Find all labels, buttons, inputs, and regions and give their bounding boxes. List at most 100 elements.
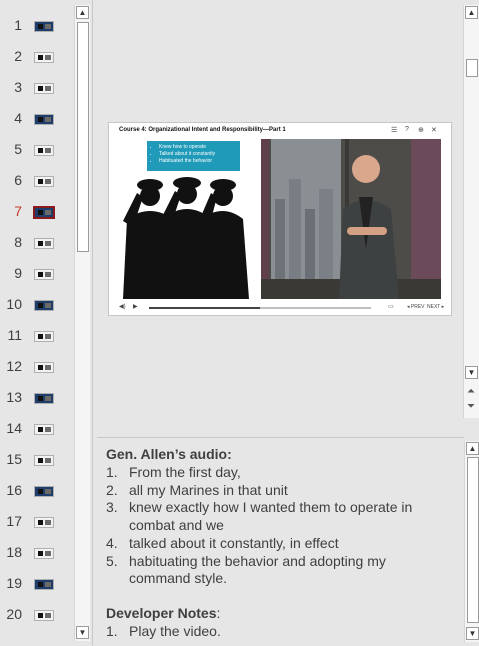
- slide-scroll-thumb[interactable]: [466, 59, 478, 77]
- scroll-up-arrow-icon[interactable]: ▲: [465, 6, 478, 19]
- slide-thumbnail[interactable]: 15: [0, 445, 74, 476]
- notes-line: 1. Play the video.: [106, 623, 221, 639]
- slide-thumbnail[interactable]: 4: [0, 104, 74, 135]
- slide-thumbnail-image[interactable]: [35, 239, 53, 248]
- slide-number: 15: [6, 451, 22, 467]
- line-text: From the first day,: [129, 464, 241, 480]
- saluting-marines-silhouette: [123, 177, 249, 299]
- slide-thumbnail[interactable]: 17: [0, 507, 74, 538]
- scroll-down-arrow-icon[interactable]: ▼: [76, 626, 89, 639]
- bullet-item: Talked about it constantly: [159, 151, 240, 158]
- slide-thumbnail-image[interactable]: [35, 456, 53, 465]
- help-icon[interactable]: ?: [405, 126, 409, 133]
- developer-notes-colon: :: [216, 605, 221, 621]
- slide-thumbnail[interactable]: 19: [0, 569, 74, 600]
- slide-thumbnail-image[interactable]: [35, 487, 53, 496]
- slide-thumbnail-image[interactable]: [35, 84, 53, 93]
- developer-notes-label: Developer Notes: [106, 605, 217, 621]
- slide-thumbnail[interactable]: 3: [0, 73, 74, 104]
- notes-scroll-thumb[interactable]: [467, 457, 479, 623]
- slide-number: 2: [14, 48, 22, 64]
- next-button[interactable]: NEXT ▸: [427, 304, 444, 310]
- scroll-up-arrow-icon[interactable]: ▲: [466, 442, 479, 455]
- key-points-callout: Knew how to operate Talked about it cons…: [147, 141, 240, 171]
- notes-line: 1. From the first day,: [106, 464, 241, 480]
- speaker-video-still: [261, 139, 441, 299]
- resources-icon[interactable]: ⊕: [418, 126, 424, 134]
- scroll-down-arrow-icon[interactable]: ▼: [465, 366, 478, 379]
- notes-scrollbar[interactable]: ▲ ▼: [464, 441, 479, 642]
- scroll-up-arrow-icon[interactable]: ▲: [76, 6, 89, 19]
- slide-thumbnail[interactable]: 11: [0, 321, 74, 352]
- slide-number: 14: [6, 420, 22, 436]
- notes-line: 4. talked about it constantly, in effect: [106, 535, 339, 551]
- slide-thumbnail[interactable]: 2: [0, 42, 74, 73]
- prev-button[interactable]: ◂ PREV: [407, 304, 425, 310]
- slide-thumbnail[interactable]: 20: [0, 600, 74, 631]
- slide-edit-area: Course 4: Organizational Intent and Resp…: [93, 0, 463, 435]
- slide-title: Course 4: Organizational Intent and Resp…: [119, 127, 286, 133]
- slide-thumbnail[interactable]: 13: [0, 383, 74, 414]
- scroll-down-arrow-icon[interactable]: ▼: [466, 627, 479, 640]
- slide-thumbnail-image[interactable]: [35, 115, 53, 124]
- volume-icon[interactable]: ◀): [119, 303, 126, 310]
- video-progress-fill: [149, 307, 260, 309]
- slide-thumbnail-image[interactable]: [35, 22, 53, 31]
- slide-thumbnail-image[interactable]: [35, 146, 53, 155]
- slide-thumbnail-image[interactable]: [35, 611, 53, 620]
- video-frame[interactable]: [261, 139, 441, 299]
- slide-canvas[interactable]: Course 4: Organizational Intent and Resp…: [109, 123, 451, 315]
- slide-thumbnail[interactable]: 16: [0, 476, 74, 507]
- slide-thumbnail[interactable]: 12: [0, 352, 74, 383]
- slide-thumbnail[interactable]: 9: [0, 259, 74, 290]
- slide-thumbnail-image[interactable]: [35, 270, 53, 279]
- menu-icon[interactable]: ☰: [391, 126, 397, 134]
- slide-thumbnail[interactable]: 18: [0, 538, 74, 569]
- play-icon[interactable]: ▶: [133, 303, 138, 310]
- previous-slide-icon[interactable]: ⏶: [467, 386, 475, 397]
- line-text: knew exactly how I wanted them to operat…: [129, 499, 413, 516]
- slide-thumbnail[interactable]: 14: [0, 414, 74, 445]
- slide-scrollbar[interactable]: ▲ ▼ ⏶ ⏷: [463, 5, 479, 418]
- slide-thumbnail[interactable]: 8: [0, 228, 74, 259]
- bullet-item: Habituated the behavior: [159, 158, 240, 165]
- line-text: command style.: [129, 570, 228, 587]
- slide-number: 4: [14, 110, 22, 126]
- slide-thumbnail-image[interactable]: [35, 425, 53, 434]
- bullet-item: Knew how to operate: [159, 144, 240, 151]
- slide-number: 10: [6, 296, 22, 312]
- slide-thumbnail-image[interactable]: [35, 580, 53, 589]
- slide-thumbnail-image[interactable]: [35, 301, 53, 310]
- captions-icon[interactable]: ▭: [388, 303, 394, 310]
- notes-line: command style.: [106, 570, 227, 586]
- slide-thumbnail-image[interactable]: [35, 518, 53, 527]
- slide-thumbnail-image[interactable]: [35, 177, 53, 186]
- slide-number: 12: [6, 358, 22, 374]
- slide-number: 13: [6, 389, 22, 405]
- slide-thumbnail[interactable]: 5: [0, 135, 74, 166]
- line-text: talked about it constantly, in effect: [129, 534, 339, 551]
- slide-thumbnail[interactable]: 7: [0, 197, 74, 228]
- slide-thumbnail-image[interactable]: [35, 208, 53, 217]
- slide-thumbnail[interactable]: 10: [0, 290, 74, 321]
- slide-number: 6: [14, 172, 22, 188]
- slide-thumbnail[interactable]: 6: [0, 166, 74, 197]
- video-progress-track[interactable]: [149, 307, 371, 309]
- slide-thumbnail[interactable]: 1: [0, 11, 74, 42]
- speaker-notes-pane[interactable]: Gen. Allen’s audio: 1. From the first day…: [97, 437, 464, 646]
- slide-thumbnail-image[interactable]: [35, 549, 53, 558]
- slide-number: 8: [14, 234, 22, 250]
- line-text: combat and we: [129, 517, 224, 534]
- slide-number: 1: [14, 17, 22, 33]
- slide-thumbnail-image[interactable]: [35, 53, 53, 62]
- close-icon[interactable]: ✕: [431, 126, 437, 134]
- next-slide-icon[interactable]: ⏷: [467, 401, 475, 412]
- thumbnail-scroll-thumb[interactable]: [77, 22, 89, 252]
- slide-thumbnail-image[interactable]: [35, 394, 53, 403]
- audio-heading: Gen. Allen’s audio:: [106, 446, 232, 462]
- thumbnail-scrollbar[interactable]: ▲ ▼: [74, 5, 90, 641]
- line-number: 2.: [106, 481, 118, 498]
- slide-thumbnail-image[interactable]: [35, 332, 53, 341]
- slide-thumbnail-image[interactable]: [35, 363, 53, 372]
- line-number: 5.: [106, 552, 118, 569]
